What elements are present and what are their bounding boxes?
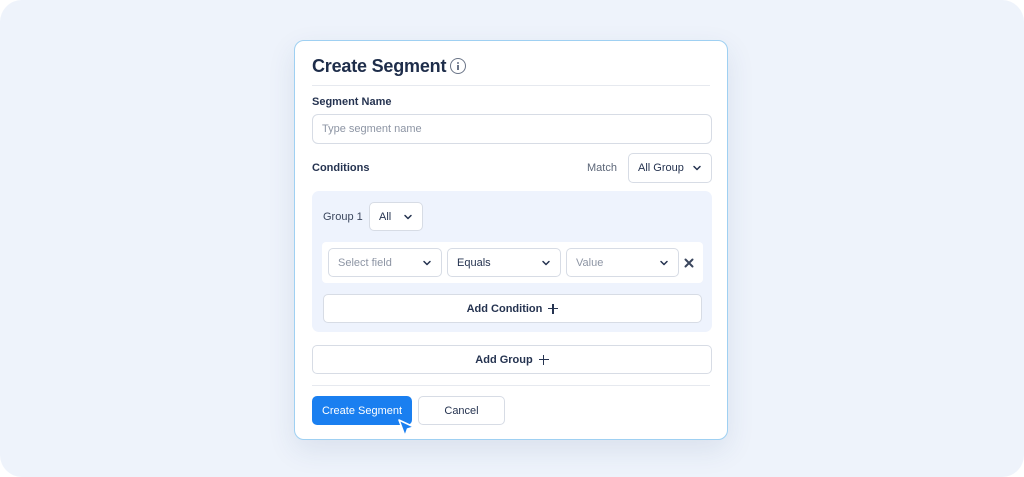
segment-name-placeholder: Type segment name xyxy=(322,123,422,135)
group-label: Group 1 xyxy=(323,211,363,223)
group-operator-value: All xyxy=(379,210,392,223)
plus-icon xyxy=(538,354,549,365)
group-operator-select[interactable]: All xyxy=(369,202,423,231)
header-divider xyxy=(312,85,710,86)
field-select[interactable]: Select field xyxy=(328,248,442,277)
footer-divider xyxy=(312,385,710,386)
dialog-title: Create Segment xyxy=(312,56,447,76)
cursor-pointer-icon xyxy=(397,418,417,440)
close-x-icon[interactable] xyxy=(683,256,695,268)
create-segment-dialog: Create Segment Segment Name Type segment… xyxy=(294,40,728,440)
match-select[interactable]: All Group xyxy=(628,153,712,183)
operator-select-value: Equals xyxy=(457,256,491,269)
chevron-down-icon xyxy=(403,212,413,222)
field-select-placeholder: Select field xyxy=(338,256,392,269)
cancel-button[interactable]: Cancel xyxy=(418,396,505,425)
operator-select[interactable]: Equals xyxy=(447,248,561,277)
match-label: Match xyxy=(587,162,617,174)
conditions-label: Conditions xyxy=(312,162,370,174)
chevron-down-icon xyxy=(659,258,669,268)
match-select-value: All Group xyxy=(638,162,684,174)
add-group-button[interactable]: Add Group xyxy=(312,345,712,374)
chevron-down-icon xyxy=(422,258,432,268)
condition-group-panel: Group 1 All Select field Equals Value Ad… xyxy=(312,191,712,332)
add-condition-button[interactable]: Add Condition xyxy=(323,294,702,323)
value-select-placeholder: Value xyxy=(576,256,604,269)
chevron-down-icon xyxy=(541,258,551,268)
info-icon[interactable] xyxy=(450,58,466,74)
add-condition-label: Add Condition xyxy=(466,302,543,315)
segment-name-label: Segment Name xyxy=(312,96,392,108)
chevron-down-icon xyxy=(692,163,702,173)
segment-name-input[interactable]: Type segment name xyxy=(312,114,712,144)
background-canvas: Create Segment Segment Name Type segment… xyxy=(0,0,1024,477)
plus-icon xyxy=(548,303,559,314)
add-group-label: Add Group xyxy=(475,353,533,366)
condition-row: Select field Equals Value xyxy=(322,242,703,283)
value-select[interactable]: Value xyxy=(566,248,679,277)
